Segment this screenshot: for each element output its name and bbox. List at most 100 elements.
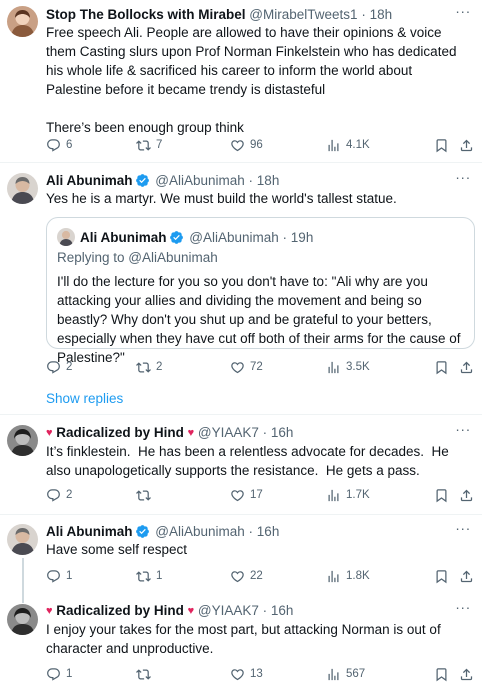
heart-emoji-icon: ♥ [187, 427, 195, 439]
verified-badge-icon [169, 230, 184, 245]
bookmark-button[interactable] [434, 486, 449, 504]
share-icon [459, 138, 474, 153]
bookmark-button[interactable] [434, 665, 449, 683]
author-name[interactable]: Stop The Bollocks with Mirabel [46, 7, 246, 22]
tweet[interactable]: ♥ Radicalized by Hind ♥ @YIAAK7 · 16h ··… [0, 415, 482, 515]
views-button[interactable]: 1.8K [326, 567, 370, 585]
avatar[interactable] [7, 425, 38, 456]
timestamp[interactable]: 16h [271, 425, 294, 440]
views-button[interactable]: 567 [326, 665, 365, 683]
bookmark-icon [434, 667, 449, 682]
views-icon [326, 667, 341, 682]
view-count: 4.1K [346, 139, 370, 151]
repost-button[interactable]: 1 [136, 567, 162, 585]
author-name[interactable]: Radicalized by Hind [56, 603, 184, 618]
reply-count: 6 [66, 139, 73, 151]
views-button[interactable]: 3.5K [326, 358, 370, 376]
avatar[interactable] [7, 173, 38, 204]
avatar[interactable] [7, 604, 38, 635]
avatar[interactable] [7, 524, 38, 555]
repost-icon [136, 138, 151, 153]
reply-icon [46, 569, 61, 584]
share-button[interactable] [459, 486, 474, 504]
like-button[interactable]: 22 [230, 567, 263, 585]
reply-icon [46, 488, 61, 503]
bookmark-button[interactable] [434, 358, 449, 376]
replying-prefix: Replying to [57, 250, 129, 265]
share-button[interactable] [459, 567, 474, 585]
author-handle[interactable]: @YIAAK7 [198, 425, 259, 440]
share-button[interactable] [459, 665, 474, 683]
repost-button[interactable] [136, 486, 156, 504]
thread-connector [22, 558, 24, 603]
reply-icon [46, 360, 61, 375]
more-options-icon[interactable]: ··· [454, 4, 472, 24]
separator-dot: · [248, 173, 254, 188]
tweet[interactable]: Ali Abunimah @AliAbunimah · 18h ··· Yes … [0, 163, 482, 385]
heart-emoji-icon: ♥ [46, 605, 53, 617]
tweet[interactable]: Stop The Bollocks with Mirabel @MirabelT… [0, 0, 482, 163]
reply-button[interactable]: 1 [46, 665, 72, 683]
share-button[interactable] [459, 358, 474, 376]
like-button[interactable]: 13 [230, 665, 263, 683]
views-button[interactable]: 4.1K [326, 136, 370, 154]
author-handle[interactable]: @YIAAK7 [198, 603, 259, 618]
bookmark-button[interactable] [434, 567, 449, 585]
author-name[interactable]: Ali Abunimah [46, 524, 133, 539]
reply-count: 2 [66, 361, 73, 373]
reply-icon [46, 667, 61, 682]
tweet[interactable]: ♥ Radicalized by Hind ♥ @YIAAK7 · 16h ··… [0, 598, 482, 692]
bookmark-icon [434, 488, 449, 503]
repost-button[interactable]: 2 [136, 358, 162, 376]
author-handle[interactable]: @AliAbunimah [155, 173, 245, 188]
tweet[interactable]: Ali Abunimah @AliAbunimah · 16h ··· Have… [0, 515, 482, 603]
author-handle[interactable]: @AliAbunimah [155, 524, 245, 539]
like-button[interactable]: 72 [230, 358, 263, 376]
timestamp[interactable]: 16h [271, 603, 294, 618]
show-replies-link[interactable]: Show replies [46, 391, 123, 406]
like-button[interactable]: 96 [230, 136, 263, 154]
reply-icon [46, 138, 61, 153]
timestamp[interactable]: 18h [370, 7, 393, 22]
like-icon [230, 488, 245, 503]
bookmark-icon [434, 360, 449, 375]
more-options-icon[interactable]: ··· [454, 600, 472, 620]
reply-button[interactable]: 2 [46, 358, 72, 376]
separator-dot: · [262, 425, 268, 440]
like-button[interactable]: 17 [230, 486, 263, 504]
repost-count: 2 [156, 361, 163, 373]
share-button[interactable] [459, 136, 474, 154]
timestamp[interactable]: 18h [257, 173, 280, 188]
timestamp[interactable]: 16h [257, 524, 280, 539]
view-count: 1.8K [346, 570, 370, 582]
author-name[interactable]: Ali Abunimah [46, 173, 133, 188]
more-options-icon[interactable]: ··· [454, 170, 472, 190]
reply-button[interactable]: 1 [46, 567, 72, 585]
more-options-icon[interactable]: ··· [454, 422, 472, 442]
views-button[interactable]: 1.7K [326, 486, 370, 504]
quoted-avatar [57, 228, 75, 246]
more-options-icon[interactable]: ··· [454, 521, 472, 541]
reply-button[interactable]: 2 [46, 486, 72, 504]
reply-button[interactable]: 6 [46, 136, 72, 154]
repost-button[interactable]: 7 [136, 136, 162, 154]
action-bar: 1 1 22 1.8K [46, 567, 474, 585]
like-icon [230, 138, 245, 153]
quoted-text: I'll do the lecture for you so you don't… [57, 274, 465, 365]
author-name[interactable]: Radicalized by Hind [56, 425, 184, 440]
tweet-text: Free speech Ali. People are allowed to h… [46, 25, 457, 135]
view-count: 3.5K [346, 361, 370, 373]
repost-count: 1 [156, 570, 163, 582]
repost-icon [136, 569, 151, 584]
repost-button[interactable] [136, 665, 156, 683]
heart-emoji-icon: ♥ [46, 427, 53, 439]
like-count: 17 [250, 489, 263, 501]
bookmark-button[interactable] [434, 136, 449, 154]
quoted-tweet[interactable]: Ali Abunimah @AliAbunimah · 19h Replying… [46, 217, 475, 365]
avatar[interactable] [7, 6, 38, 37]
author-handle[interactable]: @MirabelTweets1 [249, 7, 357, 22]
replying-to: Replying to @AliAbunimah [57, 250, 218, 265]
repost-icon [136, 667, 151, 682]
action-bar: 2 17 1.7K [46, 486, 474, 504]
share-icon [459, 569, 474, 584]
